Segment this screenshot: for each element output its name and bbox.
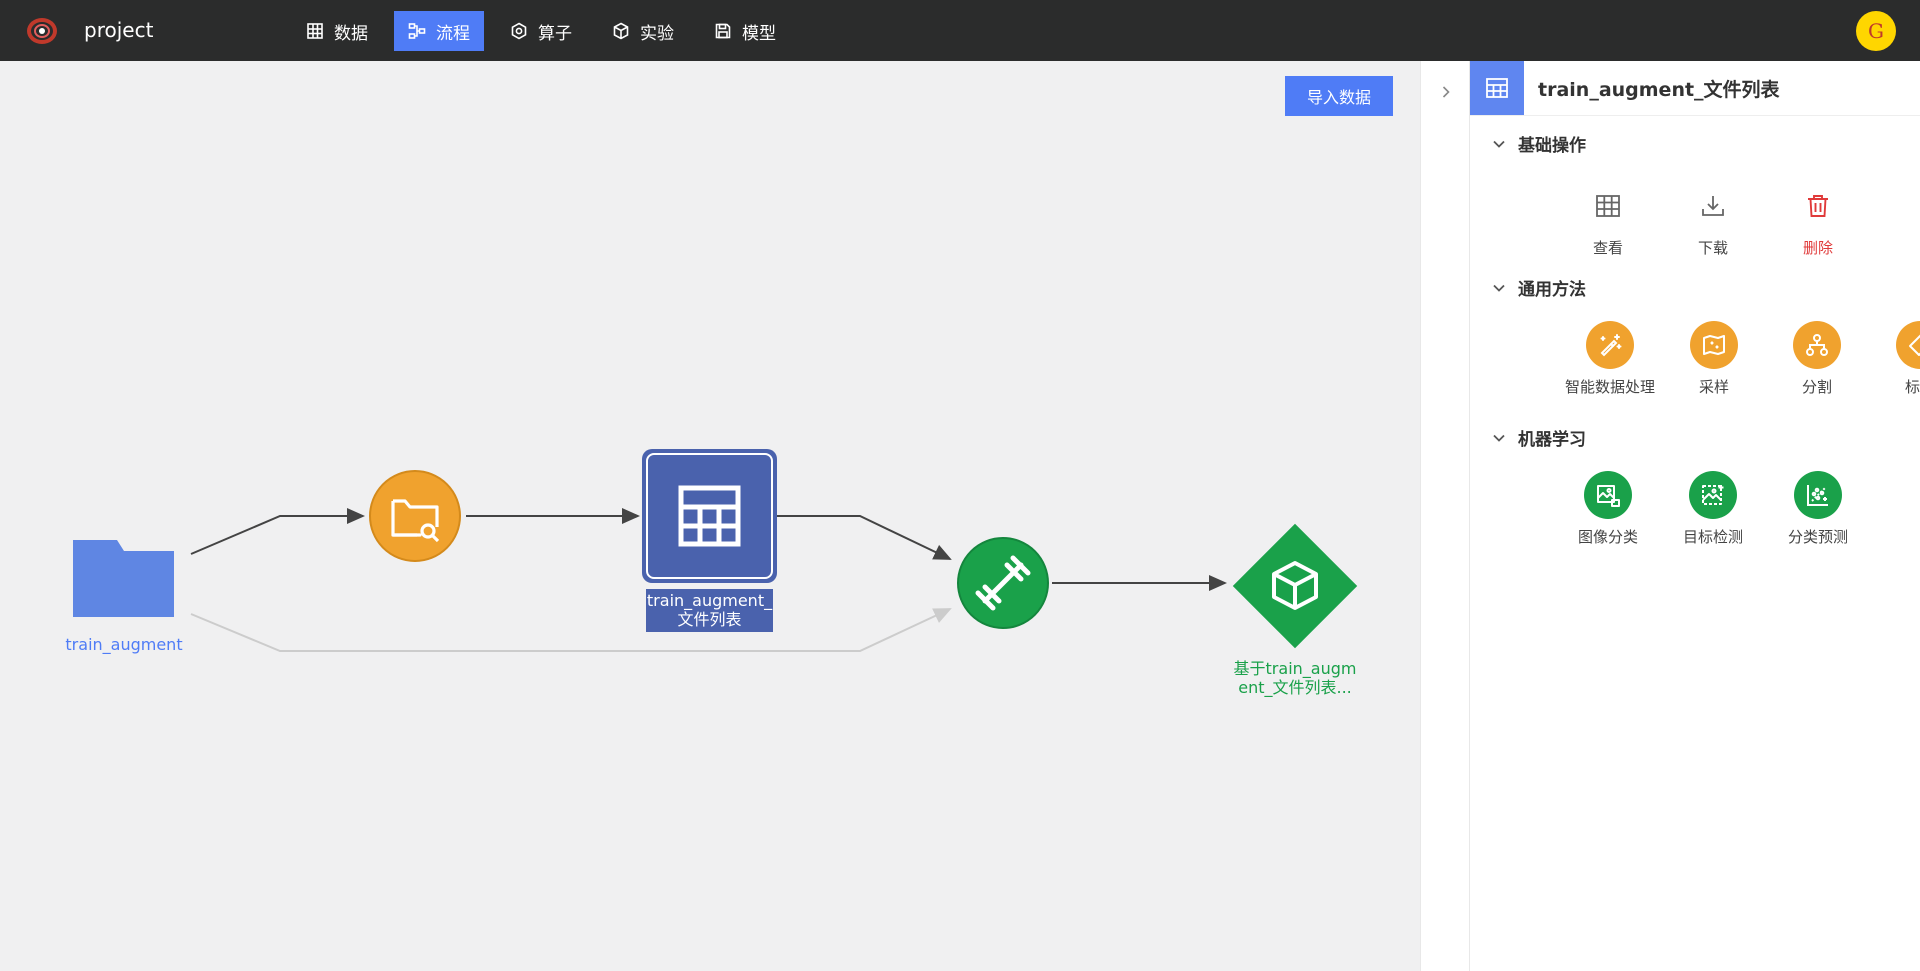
chevron-down-icon: [1493, 434, 1505, 442]
chevron-down-icon: [1493, 284, 1505, 292]
op-delete[interactable]: 删除: [1766, 183, 1870, 258]
dataset-node-label: train_augment: [65, 635, 183, 654]
op-object-detection[interactable]: 目标检测: [1661, 471, 1765, 547]
scan-node[interactable]: [369, 470, 461, 562]
nav-item-label: 算子: [538, 23, 572, 44]
user-avatar[interactable]: G: [1856, 11, 1896, 51]
app-logo-icon[interactable]: [26, 16, 58, 46]
nav-item-label: 实验: [640, 23, 674, 44]
op-smart-data-processing[interactable]: 智能数据处理: [1558, 321, 1662, 397]
op-label: 采样: [1698, 378, 1729, 396]
filelist-label-line-1: train_augment_: [646, 591, 773, 610]
table-icon: [307, 23, 323, 39]
op-sampling[interactable]: 采样: [1662, 321, 1766, 397]
panel-collapse-strip[interactable]: [1420, 61, 1470, 971]
op-image-classification[interactable]: 图像分类: [1556, 471, 1660, 547]
filelist-label-line-2: 文件列表: [677, 610, 742, 629]
op-label: 智能数据处理: [1564, 378, 1655, 396]
model-node-label: 基于train_augm ent_文件列表...: [1225, 659, 1365, 697]
table-icon: [1596, 195, 1620, 217]
model-label-line-2: ent_文件列表...: [1238, 678, 1352, 697]
op-label: 下载: [1697, 239, 1728, 257]
nav-item-flow[interactable]: 流程: [394, 11, 484, 51]
filelist-node-label: train_augment_ 文件列表: [646, 591, 773, 629]
dataset-node[interactable]: [73, 540, 174, 617]
cube-icon: [613, 22, 629, 40]
project-name: project: [84, 18, 154, 42]
train-node[interactable]: [957, 537, 1049, 629]
save-icon: [715, 23, 731, 39]
op-label: 分割: [1801, 378, 1832, 396]
flow-canvas[interactable]: 导入数据 train_augment train_augment_ 文件列表 基…: [0, 61, 1420, 971]
model-node[interactable]: [1232, 523, 1358, 649]
section-title-label: 基础操作: [1518, 136, 1586, 156]
object-detect-icon: [1702, 485, 1724, 505]
op-download[interactable]: 下载: [1661, 183, 1765, 258]
op-label: 分类预测: [1787, 528, 1848, 546]
map-icon: [1703, 335, 1725, 355]
op-view[interactable]: 查看: [1556, 183, 1660, 258]
edge-filelist-to-train[interactable]: [777, 515, 952, 560]
nav-item-operator[interactable]: 算子: [496, 11, 586, 51]
nav-item-data[interactable]: 数据: [292, 11, 382, 51]
section-title-label: 通用方法: [1518, 280, 1586, 300]
flow-icon: [408, 23, 426, 39]
nav-item-experiment[interactable]: 实验: [598, 11, 688, 51]
chevron-down-icon: [1493, 140, 1505, 148]
download-icon: [1702, 196, 1724, 216]
trash-icon: [1808, 195, 1828, 217]
panel-title: train_augment_文件列表: [1538, 79, 1780, 101]
op-label: 删除: [1802, 239, 1833, 257]
chevron-right-icon[interactable]: [1439, 85, 1453, 99]
split-icon: [1806, 334, 1828, 356]
top-navigation-bar: project 数据 流程 算子 实验 模型 G: [0, 0, 1920, 61]
section-general-methods[interactable]: 通用方法: [1492, 275, 1586, 300]
section-machine-learning[interactable]: 机器学习: [1492, 425, 1586, 450]
op-split[interactable]: 分割: [1765, 321, 1869, 397]
panel-header: train_augment_文件列表: [1470, 61, 1920, 116]
edge-dataset-to-scan[interactable]: [190, 508, 365, 555]
section-basic-operations[interactable]: 基础操作: [1492, 131, 1586, 156]
flow-graph: [73, 449, 1358, 652]
op-label: 查看: [1592, 239, 1623, 257]
nav-item-label: 数据: [334, 23, 368, 44]
op-classification-prediction[interactable]: 分类预测: [1766, 471, 1870, 547]
section-title-label: 机器学习: [1518, 430, 1586, 450]
nav-item-model[interactable]: 模型: [700, 11, 790, 51]
tag-icon: [1909, 334, 1920, 356]
image-classify-icon: [1597, 485, 1620, 507]
op-label: 标注: [1904, 378, 1920, 396]
scatter-chart-icon: [1807, 485, 1828, 506]
table-icon: [1486, 78, 1508, 98]
nav-item-label: 模型: [742, 23, 776, 44]
magic-wand-icon: [1600, 334, 1622, 357]
main-nav: 数据 流程 算子 实验 模型: [292, 11, 790, 51]
model-label-line-1: 基于train_augm: [1233, 659, 1357, 678]
op-label: 目标检测: [1682, 528, 1743, 546]
node-detail-panel: train_augment_文件列表 基础操作 查看 下载 删除 通用方法 智能…: [1470, 61, 1920, 971]
op-label: 图像分类: [1577, 528, 1638, 546]
panel-node-icon: [1470, 61, 1524, 115]
folder-icon: [73, 540, 174, 617]
nav-item-label: 流程: [436, 23, 470, 44]
edge-dataset-to-train[interactable]: [190, 608, 952, 652]
hexagon-icon: [511, 22, 527, 40]
op-annotate[interactable]: 标注: [1868, 321, 1920, 397]
